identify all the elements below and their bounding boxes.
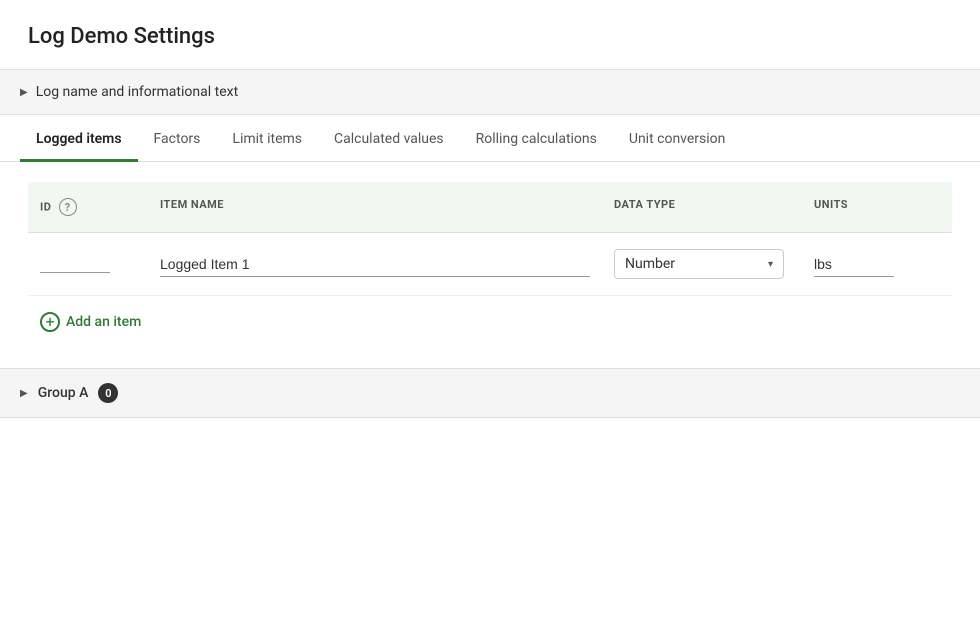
group-a-section[interactable]: ▶ Group A 0: [0, 368, 980, 418]
table-header: ID ? ITEM NAME DATA TYPE UNITS: [28, 182, 952, 233]
header-data-type: DATA TYPE: [602, 192, 802, 222]
data-type-value: Number: [625, 256, 760, 272]
row-id-cell: [28, 249, 148, 279]
data-type-select[interactable]: Number ▾: [614, 249, 784, 279]
add-item-icon: +: [40, 312, 60, 332]
page-title: Log Demo Settings: [0, 0, 980, 69]
add-item-label: Add an item: [66, 314, 141, 330]
table-section: ID ? ITEM NAME DATA TYPE UNITS Number ▾ …: [0, 162, 980, 368]
tab-rolling-calculations[interactable]: Rolling calculations: [460, 115, 613, 162]
chevron-down-icon: ▾: [768, 259, 773, 270]
row-units-cell: [802, 246, 952, 283]
collapsible-label: Log name and informational text: [36, 84, 238, 100]
help-icon[interactable]: ?: [59, 198, 77, 216]
table-row: Number ▾: [28, 233, 952, 296]
group-label: Group A: [38, 385, 89, 401]
collapsible-log-name[interactable]: ▶ Log name and informational text: [0, 69, 980, 115]
tab-factors[interactable]: Factors: [138, 115, 217, 162]
header-units: UNITS: [802, 192, 952, 222]
chevron-right-icon: ▶: [20, 87, 28, 98]
tab-logged-items[interactable]: Logged items: [20, 115, 138, 162]
add-item-row[interactable]: + Add an item: [28, 296, 952, 348]
header-item-name: ITEM NAME: [148, 192, 602, 222]
header-id: ID ?: [28, 192, 148, 222]
group-chevron-icon: ▶: [20, 388, 28, 399]
tabs-container: Logged items Factors Limit items Calcula…: [0, 115, 980, 162]
row-data-type-cell: Number ▾: [602, 243, 802, 285]
group-badge: 0: [98, 383, 118, 403]
tab-calculated-values[interactable]: Calculated values: [318, 115, 460, 162]
tab-unit-conversion[interactable]: Unit conversion: [613, 115, 742, 162]
item-name-input[interactable]: [160, 252, 590, 277]
units-input[interactable]: [814, 252, 894, 277]
tab-limit-items[interactable]: Limit items: [216, 115, 318, 162]
row-item-name-cell: [148, 246, 602, 283]
id-underline: [40, 255, 110, 273]
